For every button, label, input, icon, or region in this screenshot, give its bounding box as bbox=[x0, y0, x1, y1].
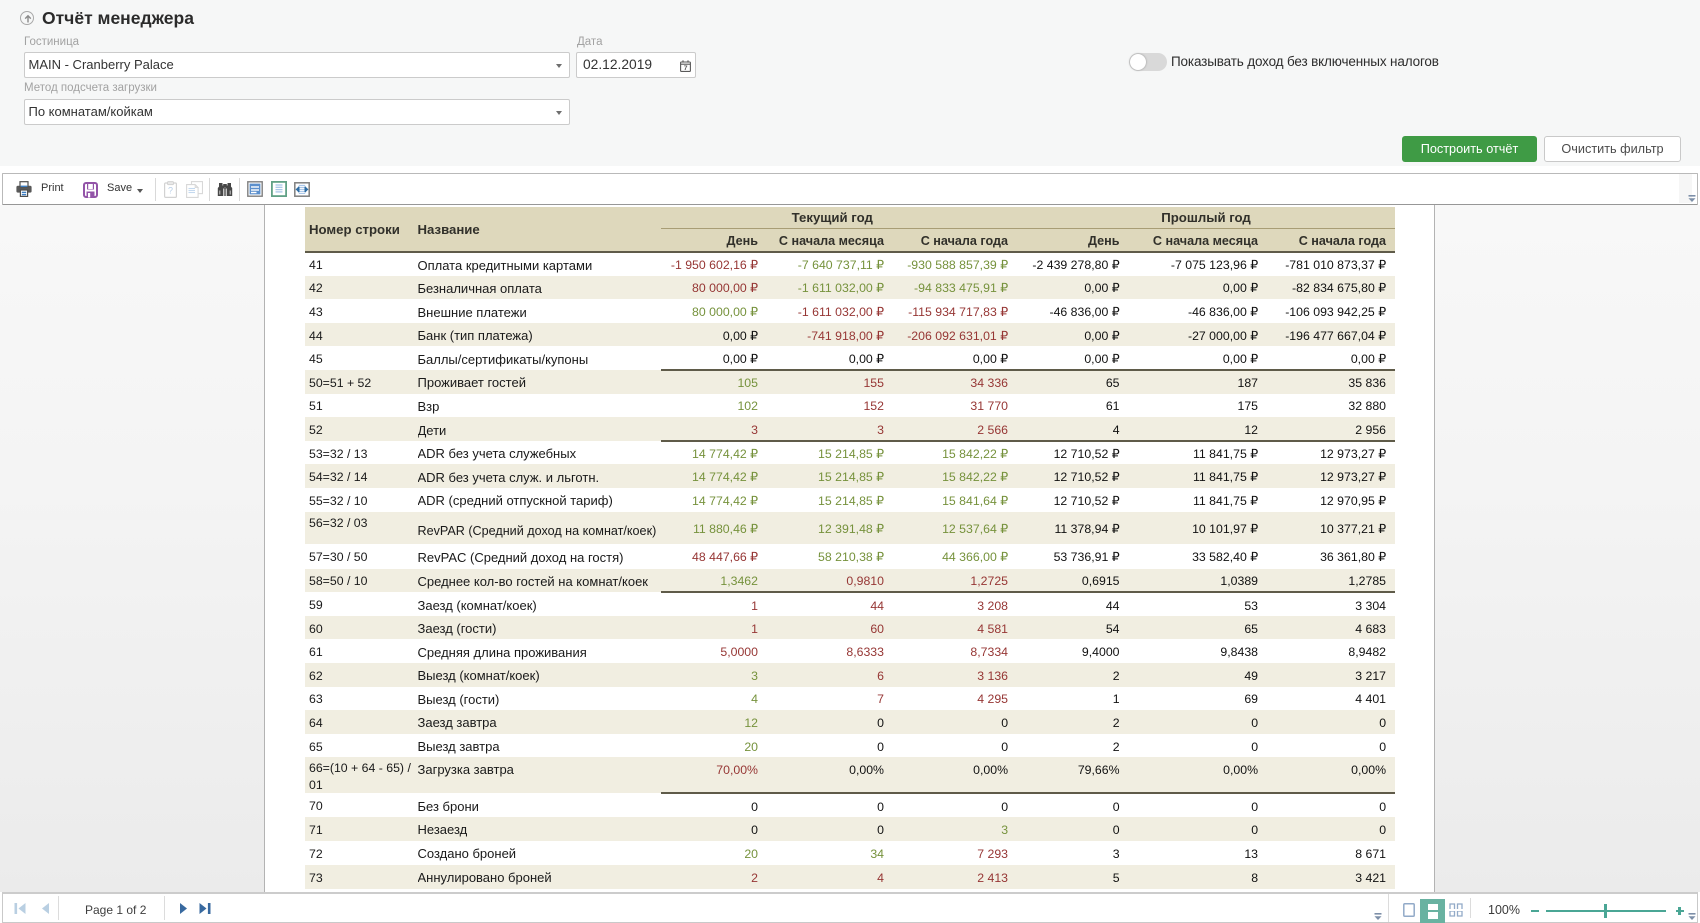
svg-text:7: 7 bbox=[684, 65, 688, 72]
svg-text:?: ? bbox=[168, 186, 173, 196]
